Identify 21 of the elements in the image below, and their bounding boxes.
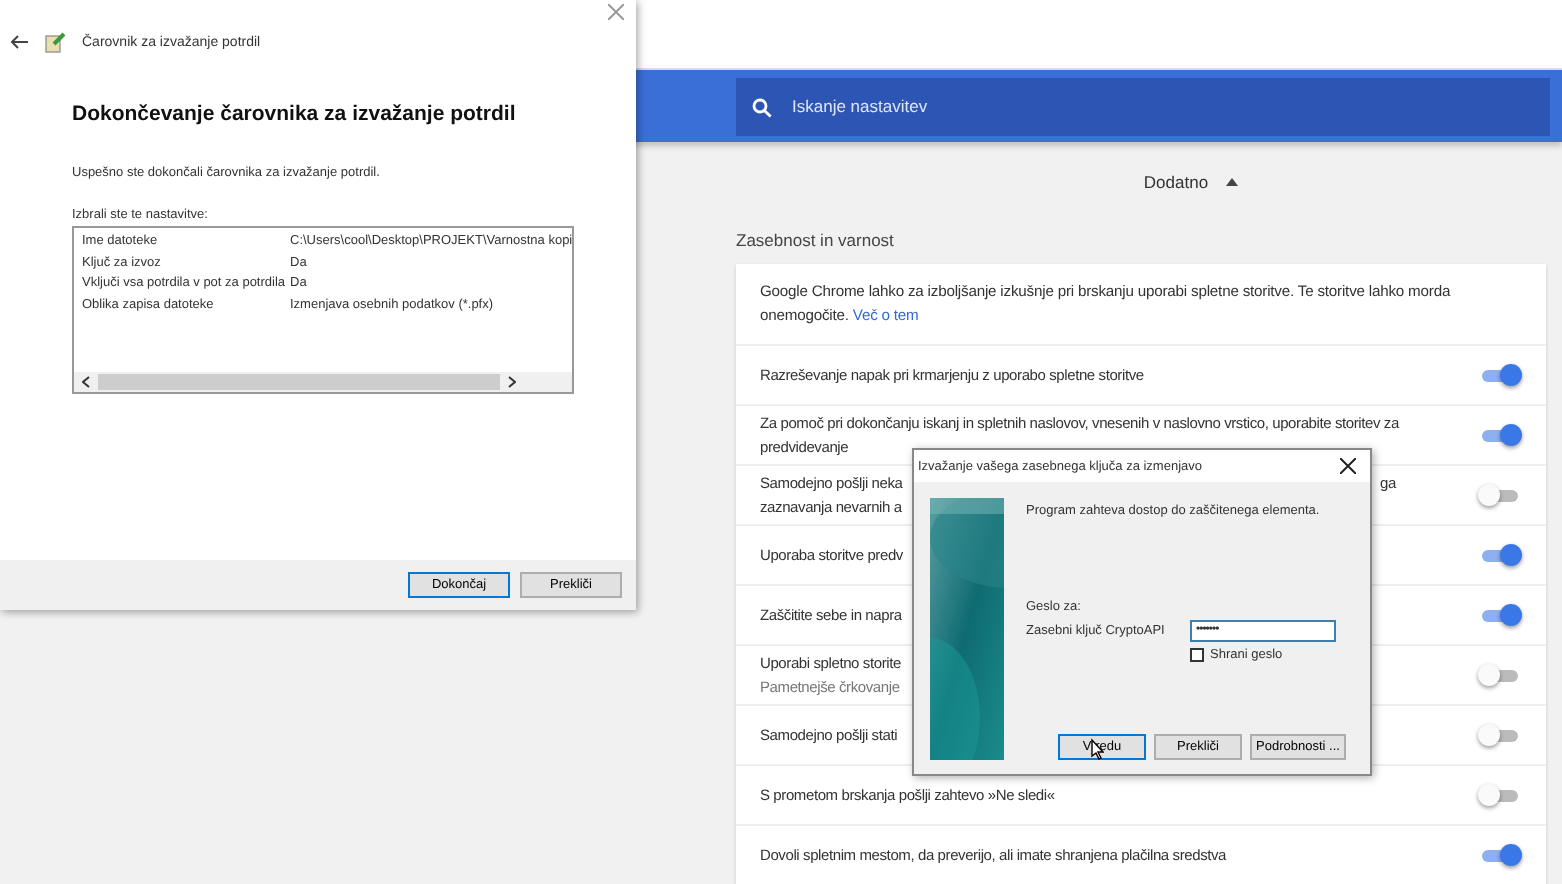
back-icon[interactable] (10, 34, 28, 50)
horizontal-scrollbar[interactable] (74, 372, 572, 392)
caret-icon (1226, 178, 1239, 186)
toggle-switch[interactable] (1478, 783, 1522, 807)
scroll-right-icon[interactable] (508, 376, 516, 388)
toggle-switch[interactable] (1478, 363, 1522, 387)
certificate-icon (44, 31, 66, 53)
toggle-switch[interactable] (1478, 663, 1522, 687)
search-icon (752, 97, 772, 117)
search-field[interactable]: Iskanje nastavitev (736, 77, 1550, 135)
toggle-switch[interactable] (1478, 843, 1522, 867)
toggle-switch[interactable] (1478, 423, 1522, 447)
advanced-toggle[interactable]: Dodatno (1143, 170, 1239, 194)
close-icon[interactable] (1340, 458, 1356, 474)
toggle-switch[interactable] (1478, 543, 1522, 567)
toggle-switch[interactable] (1478, 483, 1522, 507)
wizard-heading: Dokončevanje čarovnika za izvažanje potrdil (72, 102, 518, 126)
section-title: Zasebnost in varnost (736, 230, 896, 250)
toggle-switch[interactable] (1478, 723, 1522, 747)
scroll-left-icon[interactable] (82, 376, 90, 388)
toggle-switch[interactable] (1478, 603, 1522, 627)
